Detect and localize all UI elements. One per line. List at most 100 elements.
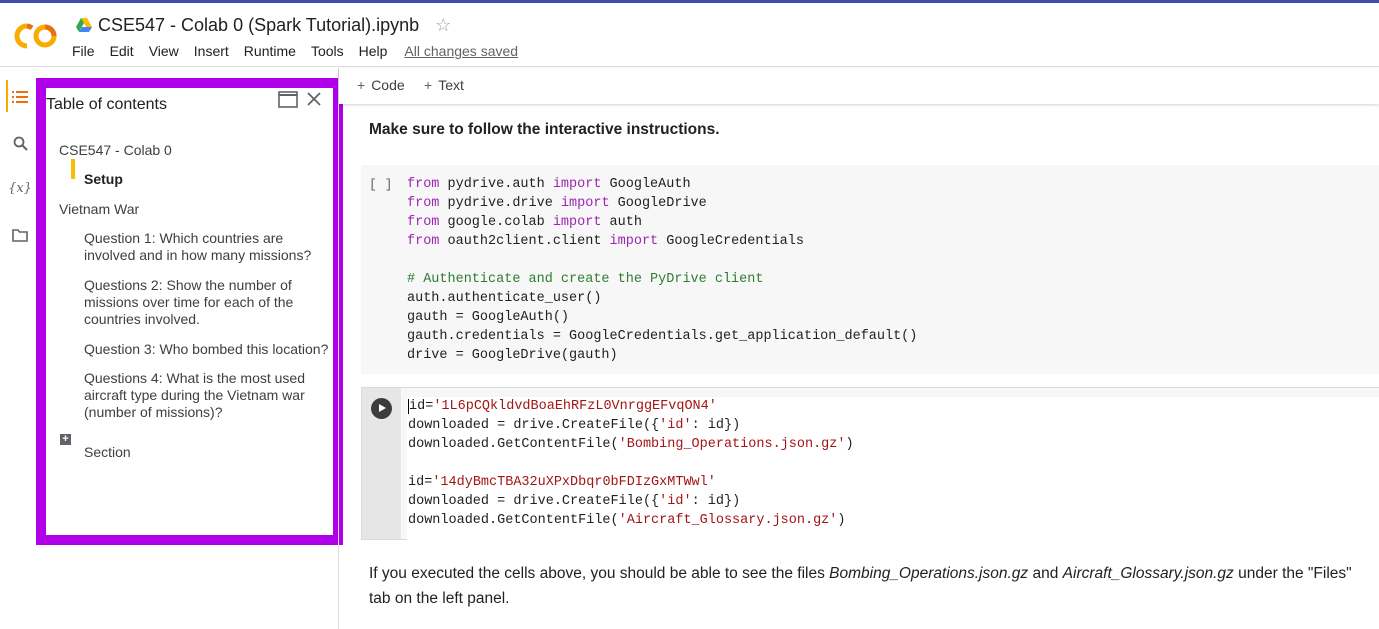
save-status-link[interactable]: All changes saved — [404, 43, 518, 59]
code-token: oauth2client.client — [439, 234, 610, 249]
folder-icon[interactable] — [9, 224, 31, 246]
search-icon[interactable] — [9, 132, 31, 154]
code-editor[interactable]: from pydrive.auth import GoogleAuth from … — [407, 175, 917, 365]
drive-icon[interactable] — [76, 18, 92, 32]
notebook-title[interactable]: CSE547 - Colab 0 (Spark Tutorial).ipynb — [98, 15, 419, 36]
code-editor[interactable]: id='1L6pCQkldvdBoaEhRFzL0VnrggEFvqON4' do… — [407, 397, 1379, 540]
para-file-bombing: Bombing_Operations.json.gz — [829, 565, 1029, 582]
code-token: google.colab — [439, 215, 553, 230]
add-text-button[interactable]: + Text — [424, 77, 464, 93]
code-line[interactable]: gauth = GoogleAuth() — [407, 308, 917, 327]
menu-runtime[interactable]: Runtime — [244, 43, 296, 59]
toc-item-section[interactable]: Section — [84, 444, 131, 461]
code-token: GoogleDrive — [609, 196, 707, 211]
code-line[interactable]: downloaded = drive.CreateFile({'id': id}… — [408, 416, 1379, 435]
code-token: auth — [601, 215, 642, 230]
code-line[interactable]: downloaded = drive.CreateFile({'id': id}… — [408, 492, 1379, 511]
toc-item-setup[interactable]: Setup — [84, 171, 123, 188]
code-token: '1L6pCQkldvdBoaEhRFzL0VnrggEFvqON4' — [433, 399, 717, 414]
code-line[interactable] — [408, 454, 1379, 473]
menu-bar: File Edit View Insert Runtime Tools Help… — [72, 43, 518, 59]
code-token: 'Aircraft_Glossary.json.gz' — [618, 513, 838, 528]
add-text-label: Text — [438, 77, 464, 93]
code-token: import — [609, 234, 659, 249]
code-line[interactable]: downloaded.GetContentFile('Aircraft_Glos… — [408, 511, 1379, 530]
add-code-label: Code — [371, 77, 405, 93]
code-token: : id}) — [691, 418, 741, 433]
code-token: from — [407, 215, 440, 230]
app-header: CSE547 - Colab 0 (Spark Tutorial).ipynb … — [0, 3, 1379, 67]
code-token: import — [552, 177, 602, 192]
code-line[interactable]: from google.colab import auth — [407, 213, 917, 232]
code-token: 'id' — [659, 418, 692, 433]
code-token: import — [560, 196, 610, 211]
code-token: drive = GoogleDrive(gauth) — [407, 348, 618, 363]
files-note-paragraph: If you executed the cells above, you sho… — [369, 561, 1369, 611]
code-line[interactable]: auth.authenticate_user() — [407, 289, 917, 308]
code-token: pydrive.auth — [439, 177, 553, 192]
menu-tools[interactable]: Tools — [311, 43, 344, 59]
run-icon[interactable] — [371, 398, 392, 419]
code-cell-download[interactable]: id='1L6pCQkldvdBoaEhRFzL0VnrggEFvqON4' do… — [361, 387, 1379, 540]
para-text: and — [1028, 565, 1063, 582]
code-token: GoogleAuth — [601, 177, 691, 192]
toc-item-vietnam-war[interactable]: Vietnam War — [59, 201, 139, 218]
code-token: GoogleCredentials — [658, 234, 804, 249]
menu-help[interactable]: Help — [359, 43, 388, 59]
instruction-text: Make sure to follow the interactive inst… — [369, 121, 720, 138]
code-token: : id}) — [691, 494, 741, 509]
code-line[interactable] — [407, 251, 917, 270]
code-token: gauth.credentials = GoogleCredentials.ge… — [407, 329, 918, 344]
code-token: ) — [845, 437, 854, 452]
code-token: downloaded = drive.CreateFile({ — [408, 418, 660, 433]
para-text: If you executed the cells above, you sho… — [369, 565, 830, 582]
code-token: ) — [837, 513, 846, 528]
code-token: # Authenticate and create the PyDrive cl… — [407, 272, 764, 287]
toc-item-cse547[interactable]: CSE547 - Colab 0 — [59, 142, 172, 159]
code-token: downloaded = drive.CreateFile({ — [408, 494, 660, 509]
code-token: 'Bombing_Operations.json.gz' — [618, 437, 846, 452]
code-line[interactable]: gauth.credentials = GoogleCredentials.ge… — [407, 327, 917, 346]
menu-edit[interactable]: Edit — [110, 43, 134, 59]
rail-active-marker — [6, 80, 8, 112]
add-code-button[interactable]: + Code — [357, 77, 405, 93]
code-cell-auth[interactable]: [ ] from pydrive.auth import GoogleAuth f… — [361, 165, 1379, 374]
toc-title: Table of contents — [46, 96, 167, 113]
toc-list-icon[interactable] — [9, 86, 31, 108]
variables-icon[interactable]: {x} — [8, 177, 32, 199]
close-icon[interactable] — [305, 90, 323, 108]
code-token: gauth = GoogleAuth() — [407, 310, 570, 325]
colab-logo-icon[interactable] — [14, 23, 58, 49]
menu-file[interactable]: File — [72, 43, 95, 59]
code-token: pydrive.drive — [439, 196, 561, 211]
cell-prompt[interactable]: [ ] — [369, 177, 392, 192]
code-line[interactable]: downloaded.GetContentFile('Bombing_Opera… — [408, 435, 1379, 454]
toc-item-question-3[interactable]: Question 3: Who bombed this location? — [84, 341, 334, 358]
star-icon[interactable]: ☆ — [435, 15, 451, 36]
code-line[interactable]: from oauth2client.client import GoogleCr… — [407, 232, 917, 251]
code-token: downloaded.GetContentFile( — [408, 513, 619, 528]
menu-view[interactable]: View — [149, 43, 179, 59]
code-token: from — [407, 177, 440, 192]
code-line[interactable]: from pydrive.drive import GoogleDrive — [407, 194, 917, 213]
code-token: downloaded.GetContentFile( — [408, 437, 619, 452]
notebook-toolbar: + Code + Text — [339, 68, 1379, 104]
open-window-icon[interactable] — [278, 91, 298, 108]
code-line[interactable]: # Authenticate and create the PyDrive cl… — [407, 270, 917, 289]
code-token: id= — [408, 475, 433, 490]
code-line[interactable]: id='14dyBmcTBA32uXPxDbqr0bFDIzGxMTWwl' — [408, 473, 1379, 492]
expand-plus-icon[interactable]: + — [60, 434, 71, 445]
code-line[interactable]: from pydrive.auth import GoogleAuth — [407, 175, 917, 194]
toc-item-question-4[interactable]: Questions 4: What is the most used aircr… — [84, 370, 324, 421]
code-token: from — [407, 196, 440, 211]
left-rail: {x} — [0, 68, 36, 629]
code-token: import — [552, 215, 602, 230]
menu-insert[interactable]: Insert — [194, 43, 229, 59]
code-line[interactable]: id='1L6pCQkldvdBoaEhRFzL0VnrggEFvqON4' — [408, 397, 1379, 416]
code-line[interactable]: drive = GoogleDrive(gauth) — [407, 346, 917, 365]
toc-item-question-2[interactable]: Questions 2: Show the number of missions… — [84, 277, 324, 328]
para-file-aircraft: Aircraft_Glossary.json.gz — [1062, 565, 1234, 582]
toc-active-marker — [71, 159, 75, 179]
code-token: auth.authenticate_user() — [407, 291, 602, 306]
toc-item-question-1[interactable]: Question 1: Which countries are involved… — [84, 230, 329, 264]
